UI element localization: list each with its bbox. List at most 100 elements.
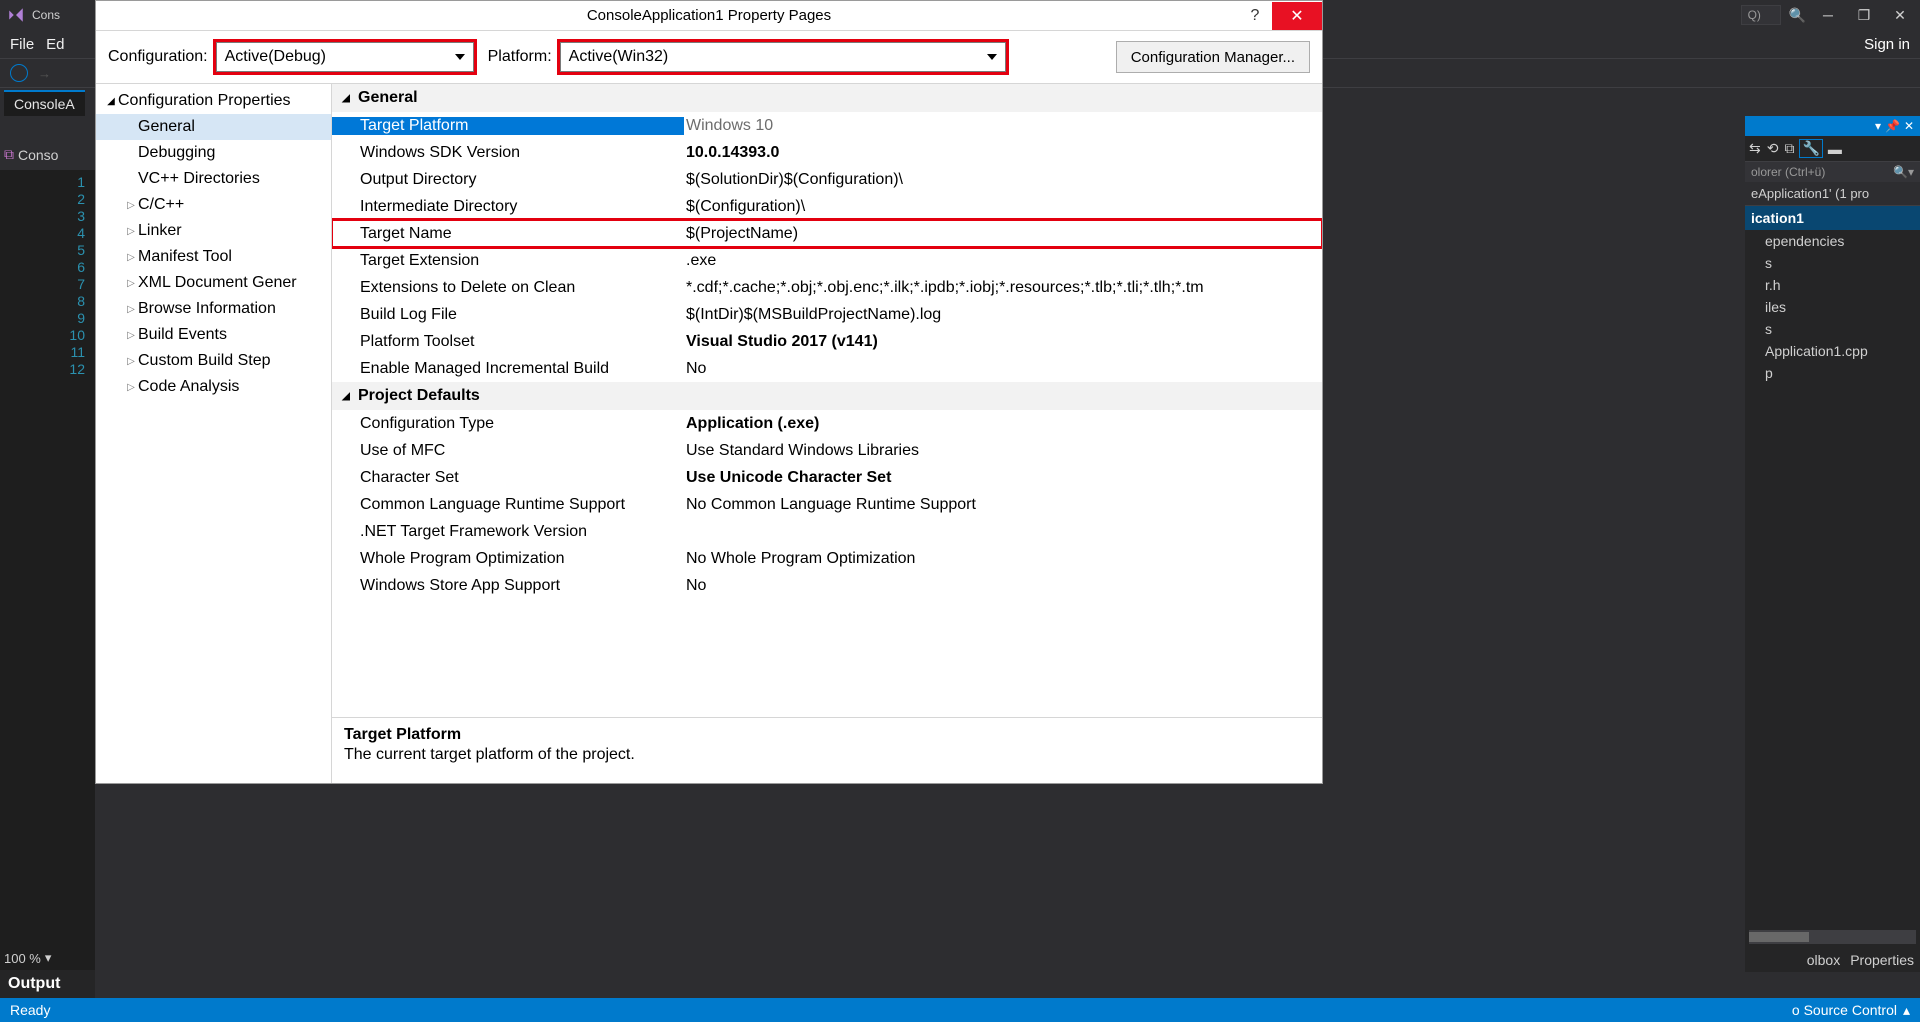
solution-tree-node[interactable]: r.h bbox=[1745, 274, 1920, 296]
minimize-button[interactable]: ─ bbox=[1814, 4, 1842, 26]
output-window-header[interactable]: Output bbox=[0, 970, 95, 998]
dialog-close-button[interactable]: ✕ bbox=[1272, 2, 1322, 30]
grid-value[interactable]: No Common Language Runtime Support bbox=[684, 496, 1322, 514]
tree-item[interactable]: Debugging bbox=[96, 140, 331, 166]
grid-value[interactable]: Application (.exe) bbox=[684, 415, 1322, 433]
solution-tree-node[interactable]: p bbox=[1745, 362, 1920, 384]
horizontal-scrollbar[interactable] bbox=[1749, 930, 1916, 944]
sync-icon[interactable]: ⟲ bbox=[1767, 140, 1779, 157]
document-tab[interactable]: ConsoleA bbox=[4, 90, 85, 116]
grid-row[interactable]: Windows Store App SupportNo bbox=[332, 572, 1322, 599]
solution-tree-node[interactable]: iles bbox=[1745, 296, 1920, 318]
pin-icon[interactable]: 📌 bbox=[1885, 119, 1900, 133]
tree-item[interactable]: Code Analysis bbox=[96, 374, 331, 400]
menu-edit[interactable]: Ed bbox=[46, 36, 64, 53]
config-properties-tree[interactable]: Configuration Properties GeneralDebuggin… bbox=[96, 84, 332, 783]
line-number: 10 bbox=[0, 327, 95, 344]
grid-row[interactable]: Build Log File$(IntDir)$(MSBuildProjectN… bbox=[332, 301, 1322, 328]
sign-in-link[interactable]: Sign in bbox=[1864, 36, 1910, 53]
home-icon[interactable]: ⇆ bbox=[1749, 140, 1761, 157]
tab-toolbox[interactable]: olbox bbox=[1807, 952, 1840, 968]
solution-tree-node[interactable]: s bbox=[1745, 318, 1920, 340]
grid-row[interactable]: Intermediate Directory$(Configuration)\ bbox=[332, 193, 1322, 220]
tab-properties[interactable]: Properties bbox=[1850, 952, 1914, 968]
solution-explorer-header[interactable]: ▾ 📌 ✕ bbox=[1745, 116, 1920, 136]
tree-item[interactable]: Custom Build Step bbox=[96, 348, 331, 374]
grid-row[interactable]: Character SetUse Unicode Character Set bbox=[332, 464, 1322, 491]
solution-explorer: ▾ 📌 ✕ ⇆ ⟲ ⧉ 🔧 ▬ olorer (Ctrl+ü) 🔍▾ eAppl… bbox=[1745, 116, 1920, 972]
grid-section-header[interactable]: ◢Project Defaults bbox=[332, 382, 1322, 410]
grid-value[interactable]: Use Unicode Character Set bbox=[684, 469, 1322, 487]
grid-value[interactable]: No Whole Program Optimization bbox=[684, 550, 1322, 568]
grid-row[interactable]: Use of MFCUse Standard Windows Libraries bbox=[332, 437, 1322, 464]
grid-row[interactable]: .NET Target Framework Version bbox=[332, 518, 1322, 545]
grid-row[interactable]: Target Name$(ProjectName) bbox=[332, 220, 1322, 247]
grid-value[interactable]: $(IntDir)$(MSBuildProjectName).log bbox=[684, 306, 1322, 324]
grid-key: Target Extension bbox=[332, 252, 684, 270]
copy-icon[interactable]: ⧉ bbox=[1784, 140, 1794, 157]
grid-value[interactable]: No bbox=[684, 360, 1322, 378]
grid-value[interactable]: $(Configuration)\ bbox=[684, 198, 1322, 216]
grid-row[interactable]: Extensions to Delete on Clean*.cdf;*.cac… bbox=[332, 274, 1322, 301]
grid-row[interactable]: Enable Managed Incremental BuildNo bbox=[332, 355, 1322, 382]
grid-value[interactable]: Use Standard Windows Libraries bbox=[684, 442, 1322, 460]
tag-icon[interactable]: ▬ bbox=[1828, 141, 1842, 157]
property-grid[interactable]: ◢GeneralTarget PlatformWindows 10Windows… bbox=[332, 84, 1322, 718]
tree-item[interactable]: General bbox=[96, 114, 331, 140]
platform-combo[interactable]: Active(Win32) bbox=[560, 42, 1006, 72]
grid-value[interactable]: Visual Studio 2017 (v141) bbox=[684, 333, 1322, 351]
line-number: 5 bbox=[0, 242, 95, 259]
grid-key: Windows SDK Version bbox=[332, 144, 684, 162]
platform-label: Platform: bbox=[488, 48, 552, 66]
zoom-combo[interactable]: 100 %▾ bbox=[4, 950, 51, 966]
grid-value[interactable]: 10.0.14393.0 bbox=[684, 144, 1322, 162]
grid-key: Target Name bbox=[332, 225, 684, 243]
tree-item[interactable]: Browse Information bbox=[96, 296, 331, 322]
grid-value[interactable]: *.cdf;*.cache;*.obj;*.obj.enc;*.ilk;*.ip… bbox=[684, 279, 1322, 297]
dialog-titlebar[interactable]: ConsoleApplication1 Property Pages ? ✕ bbox=[96, 1, 1322, 31]
grid-row[interactable]: Configuration TypeApplication (.exe) bbox=[332, 410, 1322, 437]
solution-tree-node[interactable]: Application1.cpp bbox=[1745, 340, 1920, 362]
wrench-icon[interactable]: 🔧 bbox=[1800, 140, 1821, 157]
tree-item[interactable]: Manifest Tool bbox=[96, 244, 331, 270]
close-button[interactable]: ✕ bbox=[1886, 4, 1914, 26]
tree-item[interactable]: VC++ Directories bbox=[96, 166, 331, 192]
grid-row[interactable]: Target PlatformWindows 10 bbox=[332, 112, 1322, 139]
tree-item[interactable]: XML Document Gener bbox=[96, 270, 331, 296]
grid-row[interactable]: Output Directory$(SolutionDir)$(Configur… bbox=[332, 166, 1322, 193]
tree-item[interactable]: Build Events bbox=[96, 322, 331, 348]
solution-tree-node[interactable]: ependencies bbox=[1745, 230, 1920, 252]
grid-section-header[interactable]: ◢General bbox=[332, 84, 1322, 112]
solution-tree-node[interactable]: s bbox=[1745, 252, 1920, 274]
search-icon[interactable]: 🔍 bbox=[1789, 7, 1806, 24]
grid-row[interactable]: Whole Program OptimizationNo Whole Progr… bbox=[332, 545, 1322, 572]
grid-value[interactable]: $(SolutionDir)$(Configuration)\ bbox=[684, 171, 1322, 189]
quick-launch-input[interactable]: Q) bbox=[1741, 5, 1781, 25]
grid-row[interactable]: Windows SDK Version10.0.14393.0 bbox=[332, 139, 1322, 166]
grid-row[interactable]: Platform ToolsetVisual Studio 2017 (v141… bbox=[332, 328, 1322, 355]
grid-value[interactable]: .exe bbox=[684, 252, 1322, 270]
status-source-control[interactable]: o Source Control bbox=[1792, 1002, 1897, 1018]
nav-back-icon[interactable] bbox=[10, 64, 28, 82]
grid-value[interactable]: $(ProjectName) bbox=[684, 225, 1322, 243]
grid-row[interactable]: Common Language Runtime SupportNo Common… bbox=[332, 491, 1322, 518]
open-file-tab[interactable]: ⧉Conso bbox=[4, 146, 58, 163]
help-button[interactable]: ? bbox=[1238, 2, 1272, 30]
menu-file[interactable]: File bbox=[10, 36, 34, 53]
grid-value[interactable]: No bbox=[684, 577, 1322, 595]
restore-button[interactable]: ❐ bbox=[1850, 4, 1878, 26]
tree-item[interactable]: Linker bbox=[96, 218, 331, 244]
configuration-manager-button[interactable]: Configuration Manager... bbox=[1116, 41, 1310, 73]
close-icon[interactable]: ✕ bbox=[1904, 119, 1914, 133]
tree-item[interactable]: C/C++ bbox=[96, 192, 331, 218]
solution-node[interactable]: eApplication1' (1 pro bbox=[1745, 182, 1920, 206]
solution-explorer-search[interactable]: olorer (Ctrl+ü) 🔍▾ bbox=[1745, 162, 1920, 182]
grid-key: Character Set bbox=[332, 469, 684, 487]
tree-root[interactable]: Configuration Properties bbox=[96, 88, 331, 114]
nav-forward-icon[interactable]: → bbox=[38, 66, 51, 81]
dropdown-icon[interactable]: ▾ bbox=[1875, 119, 1881, 133]
grid-row[interactable]: Target Extension.exe bbox=[332, 247, 1322, 274]
configuration-combo[interactable]: Active(Debug) bbox=[216, 42, 474, 72]
grid-value[interactable]: Windows 10 bbox=[684, 117, 1322, 135]
project-node[interactable]: ication1 bbox=[1745, 206, 1920, 230]
